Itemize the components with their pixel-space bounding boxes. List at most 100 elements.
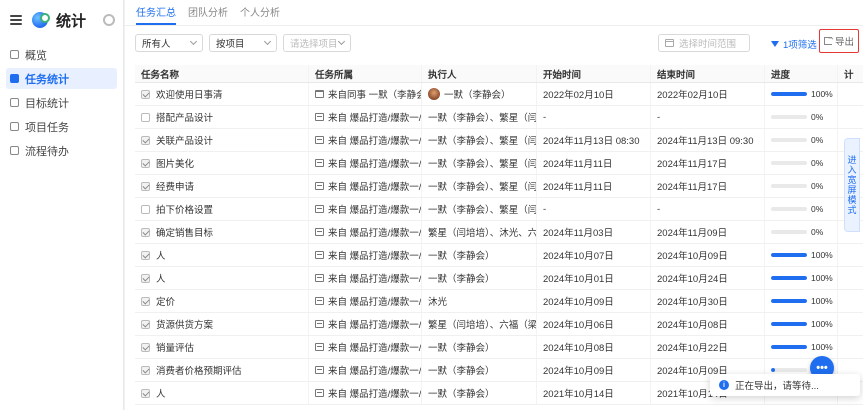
- start-time: 2022年02月10日: [537, 83, 651, 105]
- owner-select[interactable]: 所有人: [135, 34, 203, 52]
- table-row: 关联产品设计来自 爆品打造/爆款一/筹...一默（李静会）、繁星（闫培培）202…: [135, 129, 863, 152]
- task-executor: 一默（李静会）: [428, 274, 495, 285]
- table-row: 搭配产品设计来自 爆品打造/爆款一/筹...一默（李静会）、繁星（闫培培）--0…: [135, 106, 863, 129]
- date-range-placeholder: 选择时间范围: [679, 39, 737, 50]
- task-checkbox[interactable]: [141, 250, 150, 260]
- progress-bar-fill: [771, 368, 775, 372]
- start-time: 2024年11月11日: [537, 175, 651, 197]
- task-belong: 来自 爆品打造/爆款一/筹...: [328, 228, 422, 239]
- task-executor-cell: 一默（李静会）: [422, 267, 537, 289]
- sidebar-item[interactable]: 目标统计: [6, 92, 117, 113]
- end-time: 2024年10月24日: [651, 267, 765, 289]
- progress-bar: [771, 322, 807, 326]
- task-belong: 来自 爆品打造/爆款一/前...: [328, 343, 422, 354]
- sidebar-item[interactable]: 流程待办: [6, 140, 117, 161]
- task-executor: 一默（李静会）: [428, 251, 495, 262]
- task-name[interactable]: 销量评估: [156, 340, 194, 354]
- column-header: 进度: [765, 65, 838, 82]
- task-name[interactable]: 定价: [156, 294, 175, 308]
- task-belong: 来自 爆品打造/爆款一/前...: [328, 251, 422, 262]
- tab-bar: 任务汇总 团队分析 个人分析: [125, 0, 863, 26]
- task-checkbox[interactable]: [141, 112, 150, 122]
- sidebar-item[interactable]: 项目任务: [6, 116, 117, 137]
- task-name[interactable]: 消费者价格预期评估: [156, 363, 242, 377]
- task-checkbox[interactable]: [141, 135, 150, 145]
- task-name[interactable]: 欢迎使用日事清: [156, 87, 223, 101]
- task-name[interactable]: 确定销售目标: [156, 225, 213, 239]
- progress-bar: [771, 115, 807, 119]
- task-checkbox[interactable]: [141, 181, 150, 191]
- task-name[interactable]: 人: [156, 248, 166, 262]
- task-executor-cell: 沐光: [422, 290, 537, 312]
- task-belong: 来自 爆品打造/爆款一/筹...: [328, 182, 422, 193]
- sidebar-item[interactable]: 任务统计: [6, 68, 117, 89]
- progress-percent: 0%: [811, 158, 824, 168]
- filter-button[interactable]: 1项筛选: [771, 37, 817, 51]
- sidebar-item[interactable]: 概览: [6, 44, 117, 65]
- task-executor: 一默（李静会）: [428, 366, 495, 377]
- nav-item-icon: [10, 50, 19, 59]
- chevron-down-icon: [263, 37, 272, 46]
- task-belong-cell: 来自 爆品打造/爆款一/前...: [309, 359, 422, 381]
- end-time: 2024年11月17日: [651, 175, 765, 197]
- task-checkbox[interactable]: [141, 319, 150, 329]
- project-select[interactable]: 请选择项目: [283, 34, 351, 52]
- task-belong-cell: 来自 爆品打造/爆款一/筹...: [309, 152, 422, 174]
- project-icon: [315, 389, 324, 397]
- progress-cell: 100%: [765, 244, 838, 266]
- date-range-input[interactable]: 选择时间范围: [658, 34, 750, 52]
- widescreen-mode-tab[interactable]: 进入宽屏模式: [844, 138, 860, 232]
- progress-percent: 0%: [811, 181, 824, 191]
- sidebar-item-label: 任务统计: [25, 73, 69, 86]
- task-name[interactable]: 搭配产品设计: [156, 110, 213, 124]
- task-checkbox[interactable]: [141, 273, 150, 283]
- task-checkbox[interactable]: [141, 388, 150, 398]
- task-belong: 来自同事 一默（李静会）: [328, 90, 421, 101]
- menu-icon[interactable]: [10, 15, 22, 25]
- table-row: 图片美化来自 爆品打造/爆款一/筹...一默（李静会）、繁星（闫培培）2024年…: [135, 152, 863, 175]
- task-name-cell: 搭配产品设计: [135, 106, 309, 128]
- task-checkbox[interactable]: [141, 89, 150, 99]
- project-select-placeholder: 请选择项目: [290, 39, 338, 50]
- start-time: -: [537, 198, 651, 220]
- task-executor-cell: 一默（李静会）、繁星（闫培培）: [422, 106, 537, 128]
- task-name[interactable]: 拍下价格设置: [156, 202, 213, 216]
- end-time: 2024年11月09日: [651, 221, 765, 243]
- table-row: 销量评估 来自 爆品打造/爆款一/前... 一默（李静会） 2024年10月08日20…: [135, 336, 863, 359]
- export-button[interactable]: 导出: [819, 29, 859, 53]
- gear-icon[interactable]: [103, 14, 115, 26]
- progress-percent: 100%: [811, 89, 833, 99]
- column-header: 执行人: [422, 65, 537, 82]
- task-checkbox[interactable]: [141, 296, 150, 306]
- nav-item-icon: [10, 74, 19, 83]
- task-belong: 来自 爆品打造/爆款一/筹...: [328, 389, 422, 400]
- end-time: 2024年11月17日: [651, 152, 765, 174]
- task-name[interactable]: 货源供货方案: [156, 317, 213, 331]
- export-icon: [823, 33, 835, 45]
- group-by-select[interactable]: 按项目: [209, 34, 277, 52]
- task-checkbox[interactable]: [141, 342, 150, 352]
- start-time: 2024年11月11日: [537, 152, 651, 174]
- table-row: 人 来自 爆品打造/爆款一/前... 一默（李静会） 2024年10月07日2024年…: [135, 244, 863, 267]
- task-checkbox[interactable]: [141, 227, 150, 237]
- task-checkbox[interactable]: [141, 365, 150, 375]
- task-checkbox[interactable]: [141, 158, 150, 168]
- task-checkbox[interactable]: [141, 204, 150, 214]
- owner-select-value: 所有人: [142, 39, 171, 50]
- sidebar-item-label: 概览: [25, 49, 47, 62]
- start-time: 2024年10月06日: [537, 313, 651, 335]
- task-table: 任务名称 任务所属 执行人 开始时间 结束时间 进度计 欢迎使用日事清 来自同事 一默（李静…: [135, 65, 863, 405]
- task-name[interactable]: 关联产品设计: [156, 133, 213, 147]
- tab-item[interactable]: 团队分析: [188, 4, 228, 25]
- start-time: 2024年11月03日: [537, 221, 651, 243]
- progress-bar: [771, 207, 807, 211]
- extra-cell: [838, 106, 863, 128]
- project-icon: [315, 297, 324, 305]
- tab-item[interactable]: 任务汇总: [136, 4, 176, 25]
- task-name[interactable]: 人: [156, 386, 166, 400]
- task-name[interactable]: 人: [156, 271, 166, 285]
- table-row: 拍下价格设置来自 爆品打造/爆款一/筹...一默（李静会）、繁星（闫培培）--0…: [135, 198, 863, 221]
- task-name[interactable]: 经费申请: [156, 179, 194, 193]
- tab-item[interactable]: 个人分析: [240, 4, 280, 25]
- task-name[interactable]: 图片美化: [156, 156, 194, 170]
